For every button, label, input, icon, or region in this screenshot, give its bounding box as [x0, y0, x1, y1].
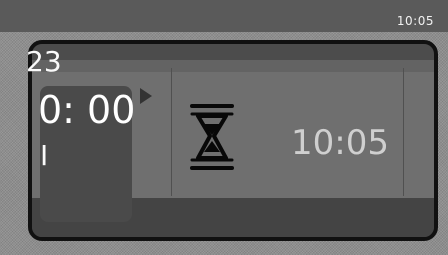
- panel-divider-left: [171, 68, 172, 196]
- panel-divider-right: [403, 68, 404, 196]
- right-arrow-icon: [140, 88, 152, 104]
- status-time: 10:05: [396, 14, 434, 28]
- hourglass-icon: [190, 102, 234, 172]
- start-top-value: 23: [26, 45, 62, 78]
- start-bottom-value: I: [40, 139, 49, 172]
- end-time-value: 10:05: [291, 123, 389, 163]
- status-bar: 10:05: [0, 0, 448, 32]
- start-time-value: 0: 00: [38, 88, 136, 132]
